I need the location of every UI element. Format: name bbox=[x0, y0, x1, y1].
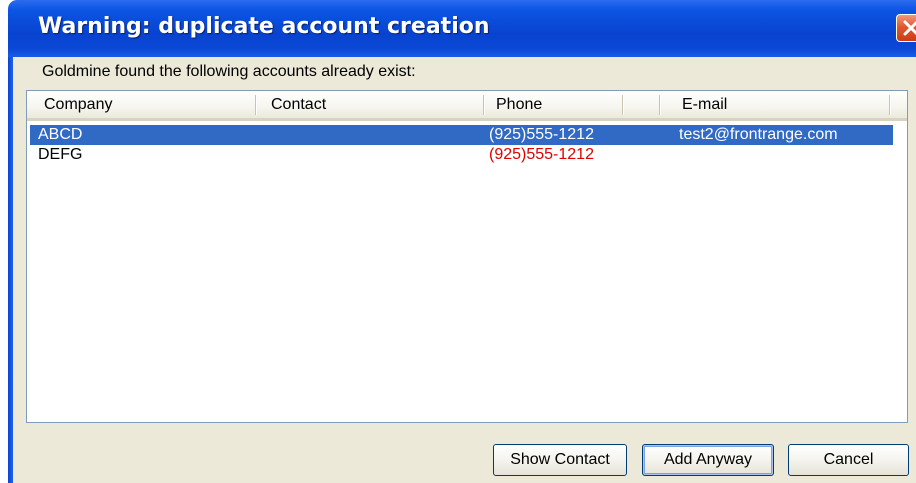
email-cell: test2@frontrange.com bbox=[679, 126, 838, 143]
column-header-company[interactable]: Company bbox=[44, 96, 112, 114]
column-header-contact[interactable]: Contact bbox=[271, 96, 326, 114]
dialog-body: Goldmine found the following accounts al… bbox=[13, 57, 916, 483]
window-title: Warning: duplicate account creation bbox=[38, 14, 490, 39]
company-cell: DEFG bbox=[38, 146, 83, 163]
column-divider[interactable] bbox=[255, 95, 256, 115]
close-button[interactable] bbox=[896, 14, 916, 42]
duplicate-account-dialog: Warning: duplicate account creation Gold… bbox=[0, 0, 916, 483]
column-divider[interactable] bbox=[483, 95, 484, 115]
list-header: Company Contact Phone E-mail bbox=[27, 91, 907, 121]
table-row[interactable]: ABCD (925)555-1212 test2@frontrange.com bbox=[30, 125, 893, 145]
column-header-phone[interactable]: Phone bbox=[496, 96, 542, 114]
phone-cell: (925)555-1212 bbox=[489, 126, 594, 143]
show-contact-button[interactable]: Show Contact bbox=[493, 444, 627, 476]
close-icon bbox=[903, 20, 916, 36]
add-anyway-button[interactable]: Add Anyway bbox=[642, 444, 774, 476]
column-divider[interactable] bbox=[622, 95, 623, 115]
phone-cell: (925)555-1212 bbox=[489, 146, 594, 163]
cancel-button[interactable]: Cancel bbox=[788, 444, 909, 476]
column-divider[interactable] bbox=[659, 95, 660, 115]
dialog-message: Goldmine found the following accounts al… bbox=[42, 63, 416, 80]
title-bar[interactable]: Warning: duplicate account creation bbox=[8, 0, 916, 57]
accounts-list[interactable]: Company Contact Phone E-mail ABCD (925)5… bbox=[26, 90, 908, 423]
company-cell: ABCD bbox=[38, 126, 83, 143]
column-header-email[interactable]: E-mail bbox=[682, 96, 727, 114]
column-divider[interactable] bbox=[889, 95, 890, 115]
table-row[interactable]: DEFG (925)555-1212 bbox=[30, 145, 893, 165]
